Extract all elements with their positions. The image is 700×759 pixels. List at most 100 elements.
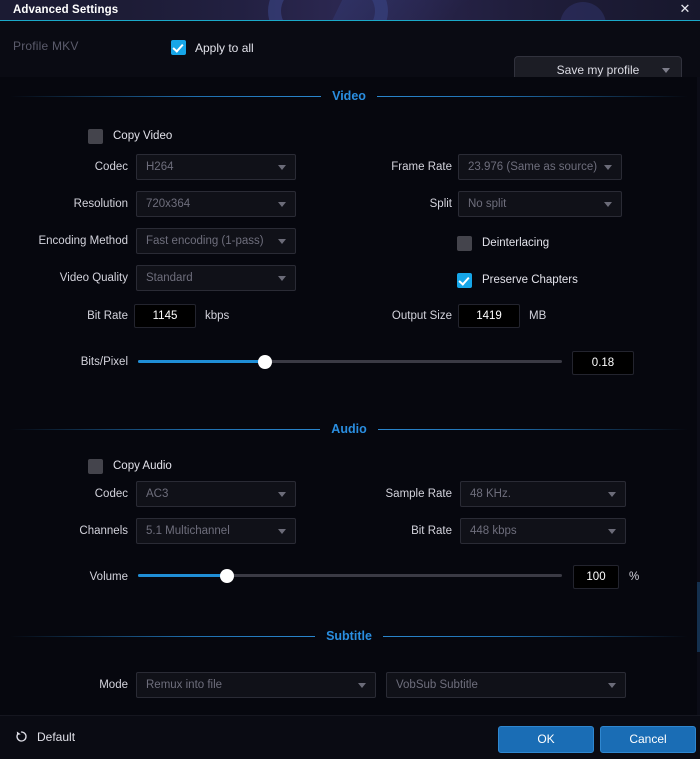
section-header-audio: Audio	[10, 421, 689, 437]
section-header-subtitle: Subtitle	[10, 628, 688, 644]
video-bit-rate-label: Bit Rate	[87, 310, 128, 322]
chevron-down-icon	[608, 529, 616, 534]
channels-value: 5.1 Multichannel	[146, 525, 230, 537]
split-select[interactable]: No split	[458, 191, 622, 217]
ok-button[interactable]: OK	[498, 726, 594, 753]
video-bit-rate-input[interactable]: 1145	[134, 304, 196, 328]
output-size-value: 1419	[476, 310, 502, 322]
deinterlacing-label: Deinterlacing	[482, 237, 550, 249]
copy-audio-checkbox[interactable]: Copy Audio	[88, 458, 172, 474]
video-codec-select[interactable]: H264	[136, 154, 296, 180]
audio-bit-rate-value: 448 kbps	[470, 525, 517, 537]
preserve-chapters-checkbox[interactable]: Preserve Chapters	[457, 272, 578, 288]
section-title-video: Video	[332, 89, 366, 103]
checkbox-checked-icon	[171, 40, 186, 55]
volume-slider[interactable]	[138, 568, 562, 583]
advanced-settings-dialog: Advanced Settings ✕ Profile MKV Apply to…	[0, 0, 700, 759]
split-label: Split	[429, 198, 452, 210]
settings-body: Video Copy Video Codec H264 Frame Rate 2…	[0, 77, 700, 715]
slider-fill	[138, 360, 266, 363]
chevron-down-icon	[608, 683, 616, 688]
chevron-down-icon	[358, 683, 366, 688]
chevron-down-icon	[278, 165, 286, 170]
cancel-label: Cancel	[629, 732, 667, 746]
section-title-subtitle: Subtitle	[326, 629, 372, 643]
chevron-down-icon	[278, 202, 286, 207]
chevron-down-icon	[604, 165, 612, 170]
copy-video-label: Copy Video	[113, 130, 173, 142]
checkbox-unchecked-icon	[88, 458, 103, 474]
resolution-select[interactable]: 720x364	[136, 191, 296, 217]
bits-per-pixel-value: 0.18	[591, 357, 615, 369]
encoding-method-label: Encoding Method	[38, 235, 128, 247]
section-title-audio: Audio	[331, 422, 367, 436]
apply-to-all-checkbox[interactable]: Apply to all	[171, 40, 254, 55]
chevron-down-icon	[278, 239, 286, 244]
audio-bit-rate-label: Bit Rate	[411, 525, 452, 537]
sample-rate-value: 48 KHz.	[470, 488, 511, 500]
checkbox-unchecked-icon	[457, 235, 472, 251]
resolution-label: Resolution	[73, 198, 128, 210]
deinterlacing-checkbox[interactable]: Deinterlacing	[457, 235, 549, 251]
chevron-down-icon	[278, 492, 286, 497]
preserve-chapters-label: Preserve Chapters	[482, 274, 578, 286]
frame-rate-select[interactable]: 23.976 (Same as source)	[458, 154, 622, 180]
subtitle-mode-select[interactable]: Remux into file	[136, 672, 376, 698]
dialog-footer: Default OK Cancel	[0, 715, 700, 759]
output-size-unit: MB	[529, 310, 547, 322]
chevron-down-icon	[278, 529, 286, 534]
subtitle-format-select[interactable]: VobSub Subtitle	[386, 672, 626, 698]
default-label: Default	[37, 729, 76, 744]
apply-to-all-label: Apply to all	[195, 40, 254, 55]
copy-video-checkbox[interactable]: Copy Video	[88, 128, 172, 144]
channels-label: Channels	[79, 525, 128, 537]
video-quality-select[interactable]: Standard	[136, 265, 296, 291]
bits-per-pixel-slider[interactable]	[138, 354, 562, 369]
slider-fill	[138, 574, 228, 577]
profile-bar: Profile MKV Apply to all Save my profile	[0, 21, 700, 84]
subtitle-format-value: VobSub Subtitle	[396, 679, 478, 691]
audio-bit-rate-select[interactable]: 448 kbps	[460, 518, 626, 544]
chevron-down-icon	[608, 492, 616, 497]
frame-rate-value: 23.976 (Same as source)	[468, 161, 597, 173]
volume-unit: %	[629, 571, 640, 583]
volume-value: 100	[586, 571, 606, 583]
video-bit-rate-unit: kbps	[205, 310, 230, 322]
sample-rate-select[interactable]: 48 KHz.	[460, 481, 626, 507]
volume-input[interactable]: 100	[573, 565, 619, 589]
video-quality-value: Standard	[146, 272, 193, 284]
video-quality-label: Video Quality	[59, 272, 128, 284]
reset-arrow-icon	[16, 731, 27, 742]
title-bar: Advanced Settings ✕	[0, 0, 700, 21]
volume-label: Volume	[89, 571, 128, 583]
sample-rate-label: Sample Rate	[385, 488, 452, 500]
channels-select[interactable]: 5.1 Multichannel	[136, 518, 296, 544]
subtitle-mode-label: Mode	[99, 679, 128, 691]
resolution-value: 720x364	[146, 198, 191, 210]
audio-codec-label: Codec	[94, 488, 128, 500]
encoding-method-value: Fast encoding (1-pass)	[146, 235, 264, 247]
section-header-video: Video	[10, 88, 688, 104]
bits-per-pixel-input[interactable]: 0.18	[572, 351, 634, 375]
chevron-down-icon	[604, 202, 612, 207]
slider-knob[interactable]	[220, 568, 235, 583]
chevron-down-icon	[278, 276, 286, 281]
divider-line-right	[377, 428, 689, 430]
output-size-input[interactable]: 1419	[458, 304, 520, 328]
video-codec-label: Codec	[94, 161, 128, 173]
cancel-button[interactable]: Cancel	[600, 726, 696, 753]
divider-line-left	[10, 428, 321, 430]
split-value: No split	[468, 198, 507, 210]
close-icon[interactable]: ✕	[670, 0, 700, 20]
video-bit-rate-value: 1145	[152, 310, 178, 322]
copy-audio-label: Copy Audio	[113, 460, 172, 472]
default-button[interactable]: Default	[14, 729, 75, 744]
divider-line-right	[382, 635, 688, 637]
audio-codec-select[interactable]: AC3	[136, 481, 296, 507]
frame-rate-label: Frame Rate	[391, 161, 452, 173]
checkbox-checked-icon	[457, 272, 472, 288]
encoding-method-select[interactable]: Fast encoding (1-pass)	[136, 228, 296, 254]
divider-line-right	[376, 95, 688, 97]
slider-knob[interactable]	[258, 354, 273, 369]
subtitle-mode-value: Remux into file	[146, 679, 223, 691]
